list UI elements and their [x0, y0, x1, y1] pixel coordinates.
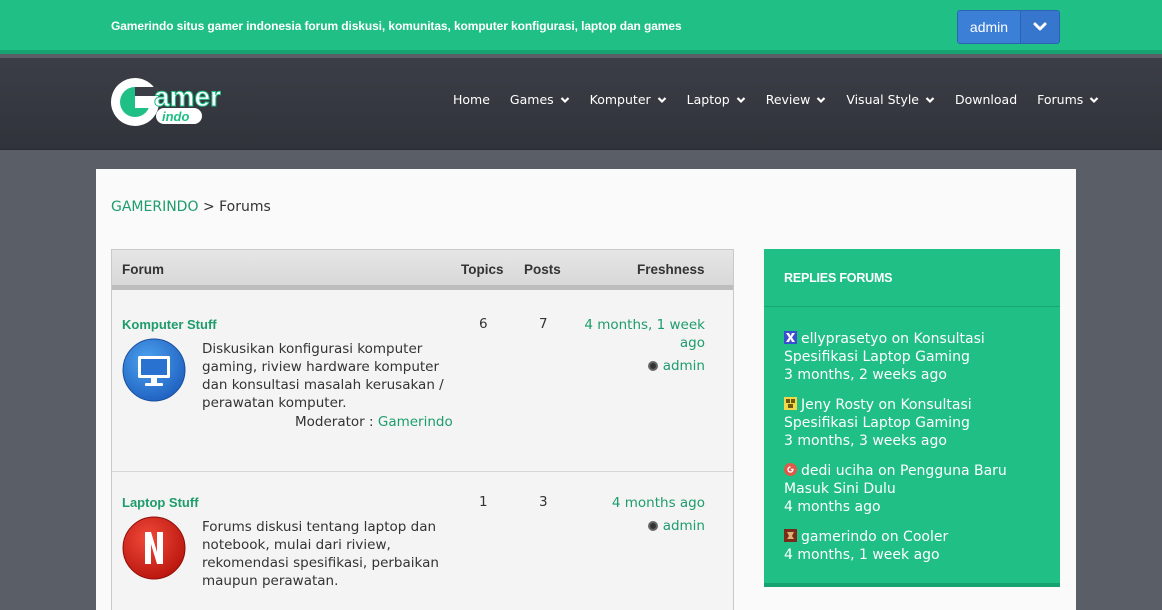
nav-home[interactable]: Home [453, 92, 490, 107]
reply-item: Jeny Rosty on Konsultasi Spesifikasi Lap… [784, 396, 1044, 450]
reply-user-link[interactable]: gamerindo [801, 529, 877, 545]
last-poster[interactable]: admin [647, 518, 705, 534]
breadcrumb: GAMERINDO > Forums [111, 199, 271, 215]
chevron-down-icon [816, 92, 826, 107]
table-header: Forum Topics Posts Freshness [112, 250, 733, 290]
top-bar: Gamerindo situs gamer indonesia forum di… [0, 0, 1162, 54]
freshness-link[interactable]: 4 months, 1 week ago [565, 316, 705, 352]
chevron-down-icon[interactable] [1021, 11, 1059, 43]
last-poster-name[interactable]: admin [663, 518, 705, 534]
forum-table: Forum Topics Posts Freshness Komputer St… [111, 249, 734, 610]
nav-review[interactable]: Review [766, 92, 827, 107]
user-menu-label[interactable]: admin [958, 11, 1021, 43]
breadcrumb-current: Forums [219, 199, 271, 215]
freshness-link[interactable]: 4 months ago [565, 494, 705, 512]
netflix-n-icon[interactable] [122, 516, 186, 580]
main-nav: Home Games Komputer Laptop Review Visual… [453, 89, 1099, 109]
nav-forums[interactable]: Forums [1037, 92, 1099, 107]
reply-time: 3 months, 2 weeks ago [784, 367, 947, 383]
user-avatar-icon [784, 331, 797, 344]
forum-description: Forums diskusi tentang laptop dan notebo… [202, 519, 439, 589]
replies-sidebar: REPLIES FORUMS ellyprasetyo on Konsultas… [764, 249, 1060, 587]
nav-download[interactable]: Download [955, 92, 1017, 107]
nav-games[interactable]: Games [510, 92, 570, 107]
reply-time: 3 months, 3 weeks ago [784, 433, 947, 449]
breadcrumb-separator: > [202, 199, 215, 215]
gamerindo-logo-icon: amer indo [111, 78, 222, 126]
reply-item: ellyprasetyo on Konsultasi Spesifikasi L… [784, 330, 1044, 384]
table-row: Komputer Stuff Diskusikan konfigurasi ko… [112, 295, 733, 472]
topic-count: 6 [479, 316, 488, 332]
user-avatar-icon [784, 529, 797, 542]
forum-title-link[interactable]: Laptop Stuff [122, 495, 199, 510]
site-tagline: Gamerindo situs gamer indonesia forum di… [111, 19, 682, 33]
last-poster-name[interactable]: admin [663, 358, 705, 374]
reply-item: dedi uciha on Pengguna Baru Masuk Sini D… [784, 462, 1044, 516]
header-freshness: Freshness [637, 262, 705, 277]
last-poster[interactable]: admin [647, 358, 705, 374]
svg-text:indo: indo [162, 109, 189, 124]
post-count: 3 [539, 494, 548, 510]
moderator-label: Moderator : [295, 414, 374, 430]
forum-description: Diskusikan konfigurasi komputer gaming, … [202, 341, 444, 411]
user-avatar-icon [784, 397, 797, 410]
forum-title-link[interactable]: Komputer Stuff [122, 317, 217, 332]
header-topics: Topics [461, 262, 504, 277]
moderator-link[interactable]: Gamerindo [378, 414, 453, 430]
nav-visual-style[interactable]: Visual Style [846, 92, 935, 107]
reply-topic-link[interactable]: Cooler [903, 529, 948, 545]
reply-user-link[interactable]: Jeny Rosty [801, 397, 874, 413]
chevron-down-icon [736, 92, 746, 107]
topic-count: 1 [479, 494, 488, 510]
nav-laptop[interactable]: Laptop [687, 92, 746, 107]
chevron-down-icon [1089, 92, 1099, 107]
sidebar-divider [764, 306, 1060, 307]
table-row: Laptop Stuff Forums diskusi tentang lapt… [112, 473, 733, 610]
chevron-down-icon [925, 92, 935, 107]
header-posts: Posts [524, 262, 561, 277]
chevron-down-icon [560, 92, 570, 107]
site-logo[interactable]: amer indo [110, 74, 250, 134]
reply-on: on [881, 529, 899, 545]
header-forum: Forum [122, 262, 164, 277]
reply-item: gamerindo on Cooler 4 months, 1 week ago [784, 528, 1044, 564]
forum-moderator: Moderator : Gamerindo [295, 414, 453, 430]
reply-user-link[interactable]: ellyprasetyo [801, 331, 887, 347]
reply-time: 4 months, 1 week ago [784, 547, 940, 563]
reply-on: on [878, 397, 896, 413]
sidebar-title: REPLIES FORUMS [784, 271, 893, 285]
site-header: amer indo Home Games Komputer Laptop Rev… [0, 58, 1162, 150]
post-count: 7 [539, 316, 548, 332]
reply-on: on [891, 331, 910, 347]
monitor-icon[interactable] [122, 338, 186, 402]
reply-user-link[interactable]: dedi uciha [801, 463, 874, 479]
svg-text:amer: amer [154, 81, 221, 112]
user-menu-button[interactable]: admin [957, 10, 1060, 44]
breadcrumb-home-link[interactable]: GAMERINDO [111, 199, 198, 215]
nav-komputer[interactable]: Komputer [590, 92, 667, 107]
avatar [647, 361, 658, 371]
reply-on: on [878, 463, 896, 479]
reply-time: 4 months ago [784, 499, 881, 515]
avatar [647, 521, 658, 531]
chevron-down-icon [657, 92, 667, 107]
google-plus-icon [784, 463, 797, 476]
